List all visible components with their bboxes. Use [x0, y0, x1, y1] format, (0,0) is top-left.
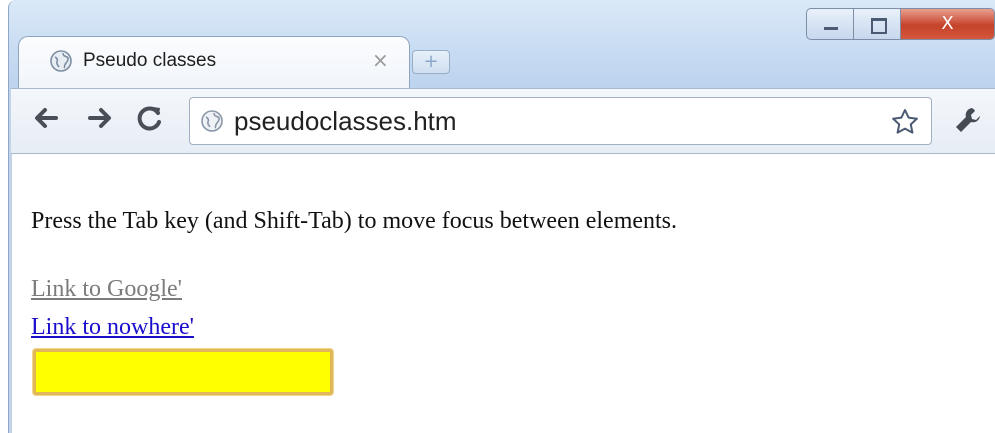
- reload-icon[interactable]: [134, 102, 166, 134]
- globe-icon: [201, 110, 223, 132]
- back-arrow-icon[interactable]: [30, 102, 62, 134]
- text-input[interactable]: [33, 349, 333, 395]
- forward-arrow-icon[interactable]: [84, 102, 116, 134]
- maximize-button[interactable]: [853, 8, 901, 40]
- tab-title: Pseudo classes: [83, 50, 217, 71]
- tab-pseudo-classes[interactable]: Pseudo classes ×: [18, 36, 410, 88]
- new-tab-button[interactable]: +: [412, 50, 450, 74]
- link-to-nowhere[interactable]: Link to nowhere': [31, 314, 194, 341]
- close-window-button[interactable]: X: [900, 8, 995, 40]
- page-content: Press the Tab key (and Shift-Tab) to mov…: [12, 155, 995, 433]
- maximize-icon: [871, 18, 887, 34]
- link-to-google[interactable]: Link to Google': [31, 276, 182, 303]
- browser-window: Pseudo classes × + X pseudoclasses.htm P…: [0, 0, 995, 433]
- address-bar[interactable]: pseudoclasses.htm: [189, 97, 932, 145]
- globe-icon: [50, 50, 72, 72]
- minimize-icon: [824, 27, 838, 30]
- close-icon: X: [941, 13, 954, 34]
- minimize-button[interactable]: [806, 8, 854, 40]
- instructions-text: Press the Tab key (and Shift-Tab) to mov…: [31, 208, 678, 234]
- address-url: pseudoclasses.htm: [234, 106, 457, 136]
- plus-icon: +: [423, 51, 439, 72]
- wrench-icon[interactable]: [952, 104, 984, 136]
- star-icon[interactable]: [890, 107, 920, 137]
- tab-close-icon[interactable]: ×: [372, 48, 389, 72]
